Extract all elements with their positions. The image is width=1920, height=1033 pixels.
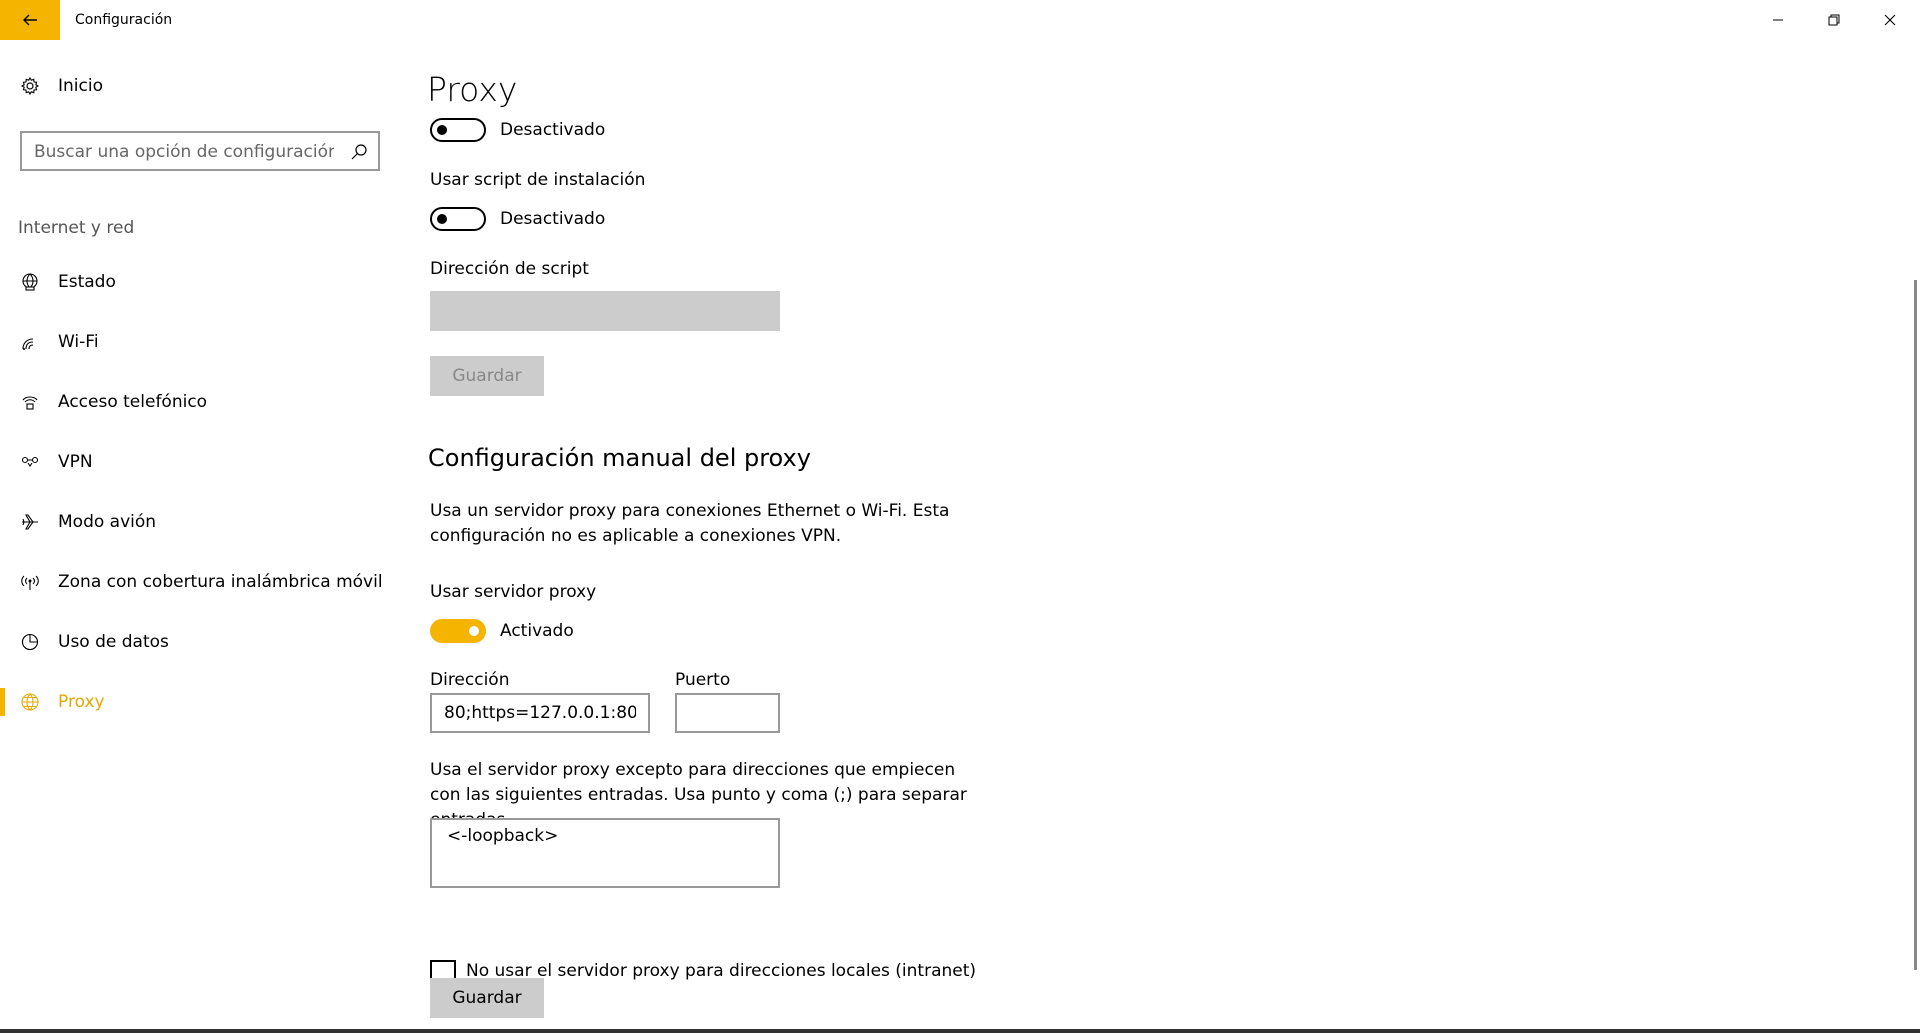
sidebar-item-label: VPN [58,452,93,472]
sidebar: Inicio Internet y red Estado Wi-Fi [0,40,400,1033]
airplane-icon [19,511,41,533]
toggle-knob [437,214,447,224]
sidebar-item-label: Estado [58,272,116,292]
search-box[interactable] [20,131,380,171]
sidebar-item-label: Modo avión [58,512,157,532]
script-toggle-state: Desactivado [500,209,606,229]
sidebar-item-estado[interactable]: Estado [0,262,400,302]
globe-network-icon [19,271,41,293]
gear-icon [19,75,41,97]
sidebar-item-label: Wi-Fi [58,332,99,352]
use-proxy-toggle[interactable] [430,619,486,643]
script-label: Usar script de instalación [430,170,646,190]
main-content: Proxy Desactivado Usar script de instala… [400,40,1900,1033]
sidebar-item-data-usage[interactable]: Uso de datos [0,622,400,662]
title-bar: Configuración [0,0,1920,40]
taskbar-edge [0,1029,1920,1033]
address-input[interactable] [430,693,650,733]
sidebar-item-label: Acceso telefónico [58,392,208,412]
back-arrow-icon [23,14,37,26]
script-address-label: Dirección de script [430,259,589,279]
address-label: Dirección [430,670,510,690]
script-toggle[interactable] [430,207,486,231]
use-proxy-label: Usar servidor proxy [430,582,597,602]
script-save-button[interactable]: Guardar [430,356,544,396]
minimize-button[interactable] [1750,0,1806,40]
wifi-icon [19,331,41,353]
dialup-icon [19,391,41,413]
sidebar-item-dialup[interactable]: Acceso telefónico [0,382,400,422]
data-usage-icon [19,631,41,653]
vpn-icon [19,451,41,473]
sidebar-item-wifi[interactable]: Wi-Fi [0,322,400,362]
sidebar-item-vpn[interactable]: VPN [0,442,400,482]
sidebar-item-airplane[interactable]: Modo avión [0,502,400,542]
sidebar-item-hotspot[interactable]: Zona con cobertura inalámbrica móvil [0,562,400,602]
exceptions-textarea[interactable]: <-loopback> [430,818,780,888]
restore-button[interactable] [1806,0,1862,40]
script-address-input [430,291,780,331]
close-button[interactable] [1862,0,1918,40]
sidebar-item-label: Proxy [58,692,105,712]
port-input[interactable] [675,693,780,733]
sidebar-item-label: Zona con cobertura inalámbrica móvil [58,572,383,592]
sidebar-item-proxy[interactable]: Proxy [0,682,400,722]
use-proxy-toggle-state: Activado [500,621,574,641]
nav-home[interactable]: Inicio [0,70,400,102]
auto-detect-toggle-state: Desactivado [500,120,606,140]
toggle-knob [437,125,447,135]
minimize-icon [1773,19,1783,21]
back-button[interactable] [0,0,60,40]
nav-home-label: Inicio [58,76,103,96]
port-label: Puerto [675,670,731,690]
hotspot-icon [19,571,41,593]
search-icon[interactable] [350,143,368,161]
restore-icon [1828,14,1840,26]
page-title: Proxy [427,70,518,109]
manual-proxy-description: Usa un servidor proxy para conexiones Et… [430,501,950,546]
section-header: Internet y red [18,218,135,238]
toggle-knob [469,626,479,636]
auto-detect-toggle[interactable] [430,118,486,142]
close-icon [1884,14,1896,26]
manual-proxy-title: Configuración manual del proxy [428,444,811,472]
globe-icon [19,691,41,713]
manual-save-button[interactable]: Guardar [430,978,544,1018]
app-title: Configuración [75,12,173,28]
search-input[interactable] [34,140,334,164]
sidebar-item-label: Uso de datos [58,632,169,652]
scrollbar[interactable] [1914,280,1917,970]
active-indicator [0,688,5,716]
